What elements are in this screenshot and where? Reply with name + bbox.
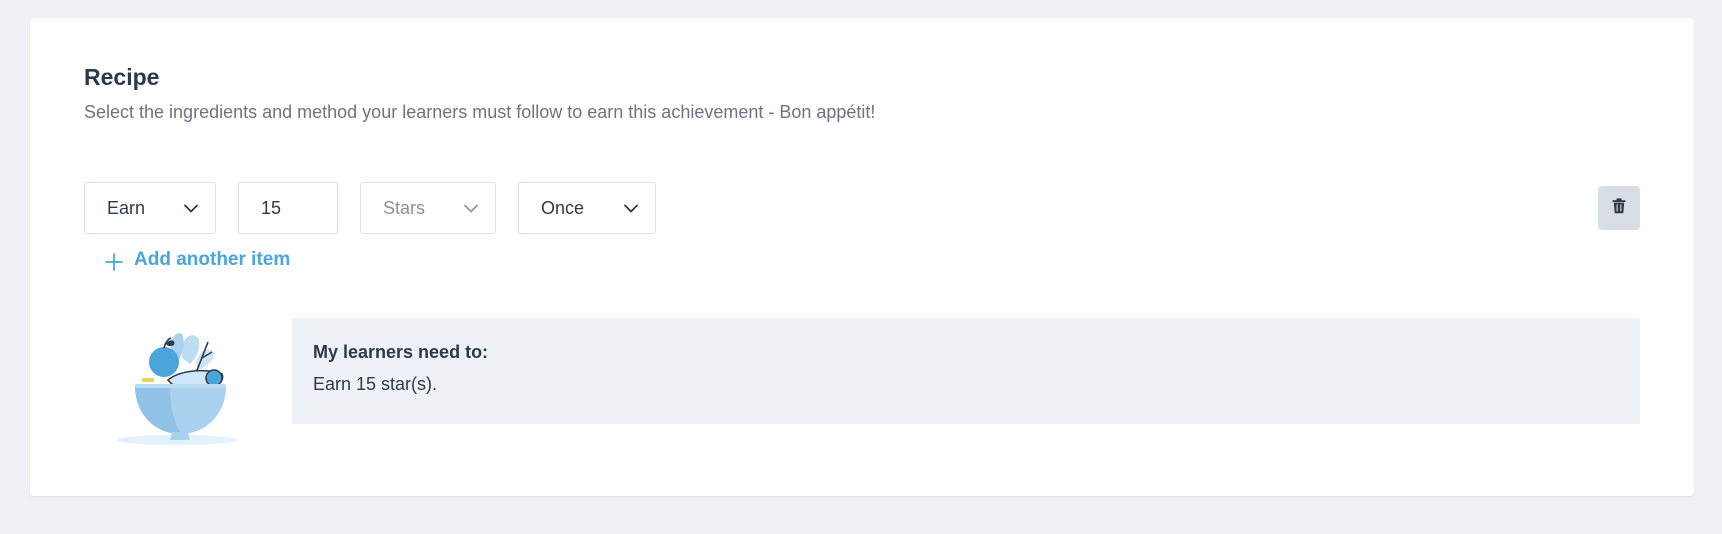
amount-input[interactable]: 15 [238,182,338,234]
trash-icon [1612,197,1626,219]
chevron-down-icon [183,200,199,216]
chevron-down-icon [623,200,639,216]
add-another-item-button[interactable]: Add another item [104,248,290,272]
recipe-card: Recipe Select the ingredients and method… [30,18,1694,496]
add-another-item-label: Add another item [134,249,291,270]
action-select[interactable]: Earn [84,182,216,234]
section-title: Recipe [84,64,160,90]
unit-select-value: Stars [383,197,426,218]
frequency-select-value: Once [541,197,585,218]
amount-input-value: 15 [261,197,282,218]
unit-select[interactable]: Stars [360,182,496,234]
plus-icon [104,252,124,272]
summary-text: Earn 15 star(s). [313,374,438,394]
frequency-select[interactable]: Once [518,182,656,234]
summary-heading: My learners need to: [313,342,489,362]
section-subtitle: Select the ingredients and method your l… [84,102,876,122]
summary-panel: My learners need to: Earn 15 star(s). [292,318,1640,424]
chevron-down-icon [463,200,479,216]
salad-bowl-illustration [110,318,250,448]
action-select-value: Earn [107,197,146,218]
delete-item-button[interactable] [1598,186,1640,230]
